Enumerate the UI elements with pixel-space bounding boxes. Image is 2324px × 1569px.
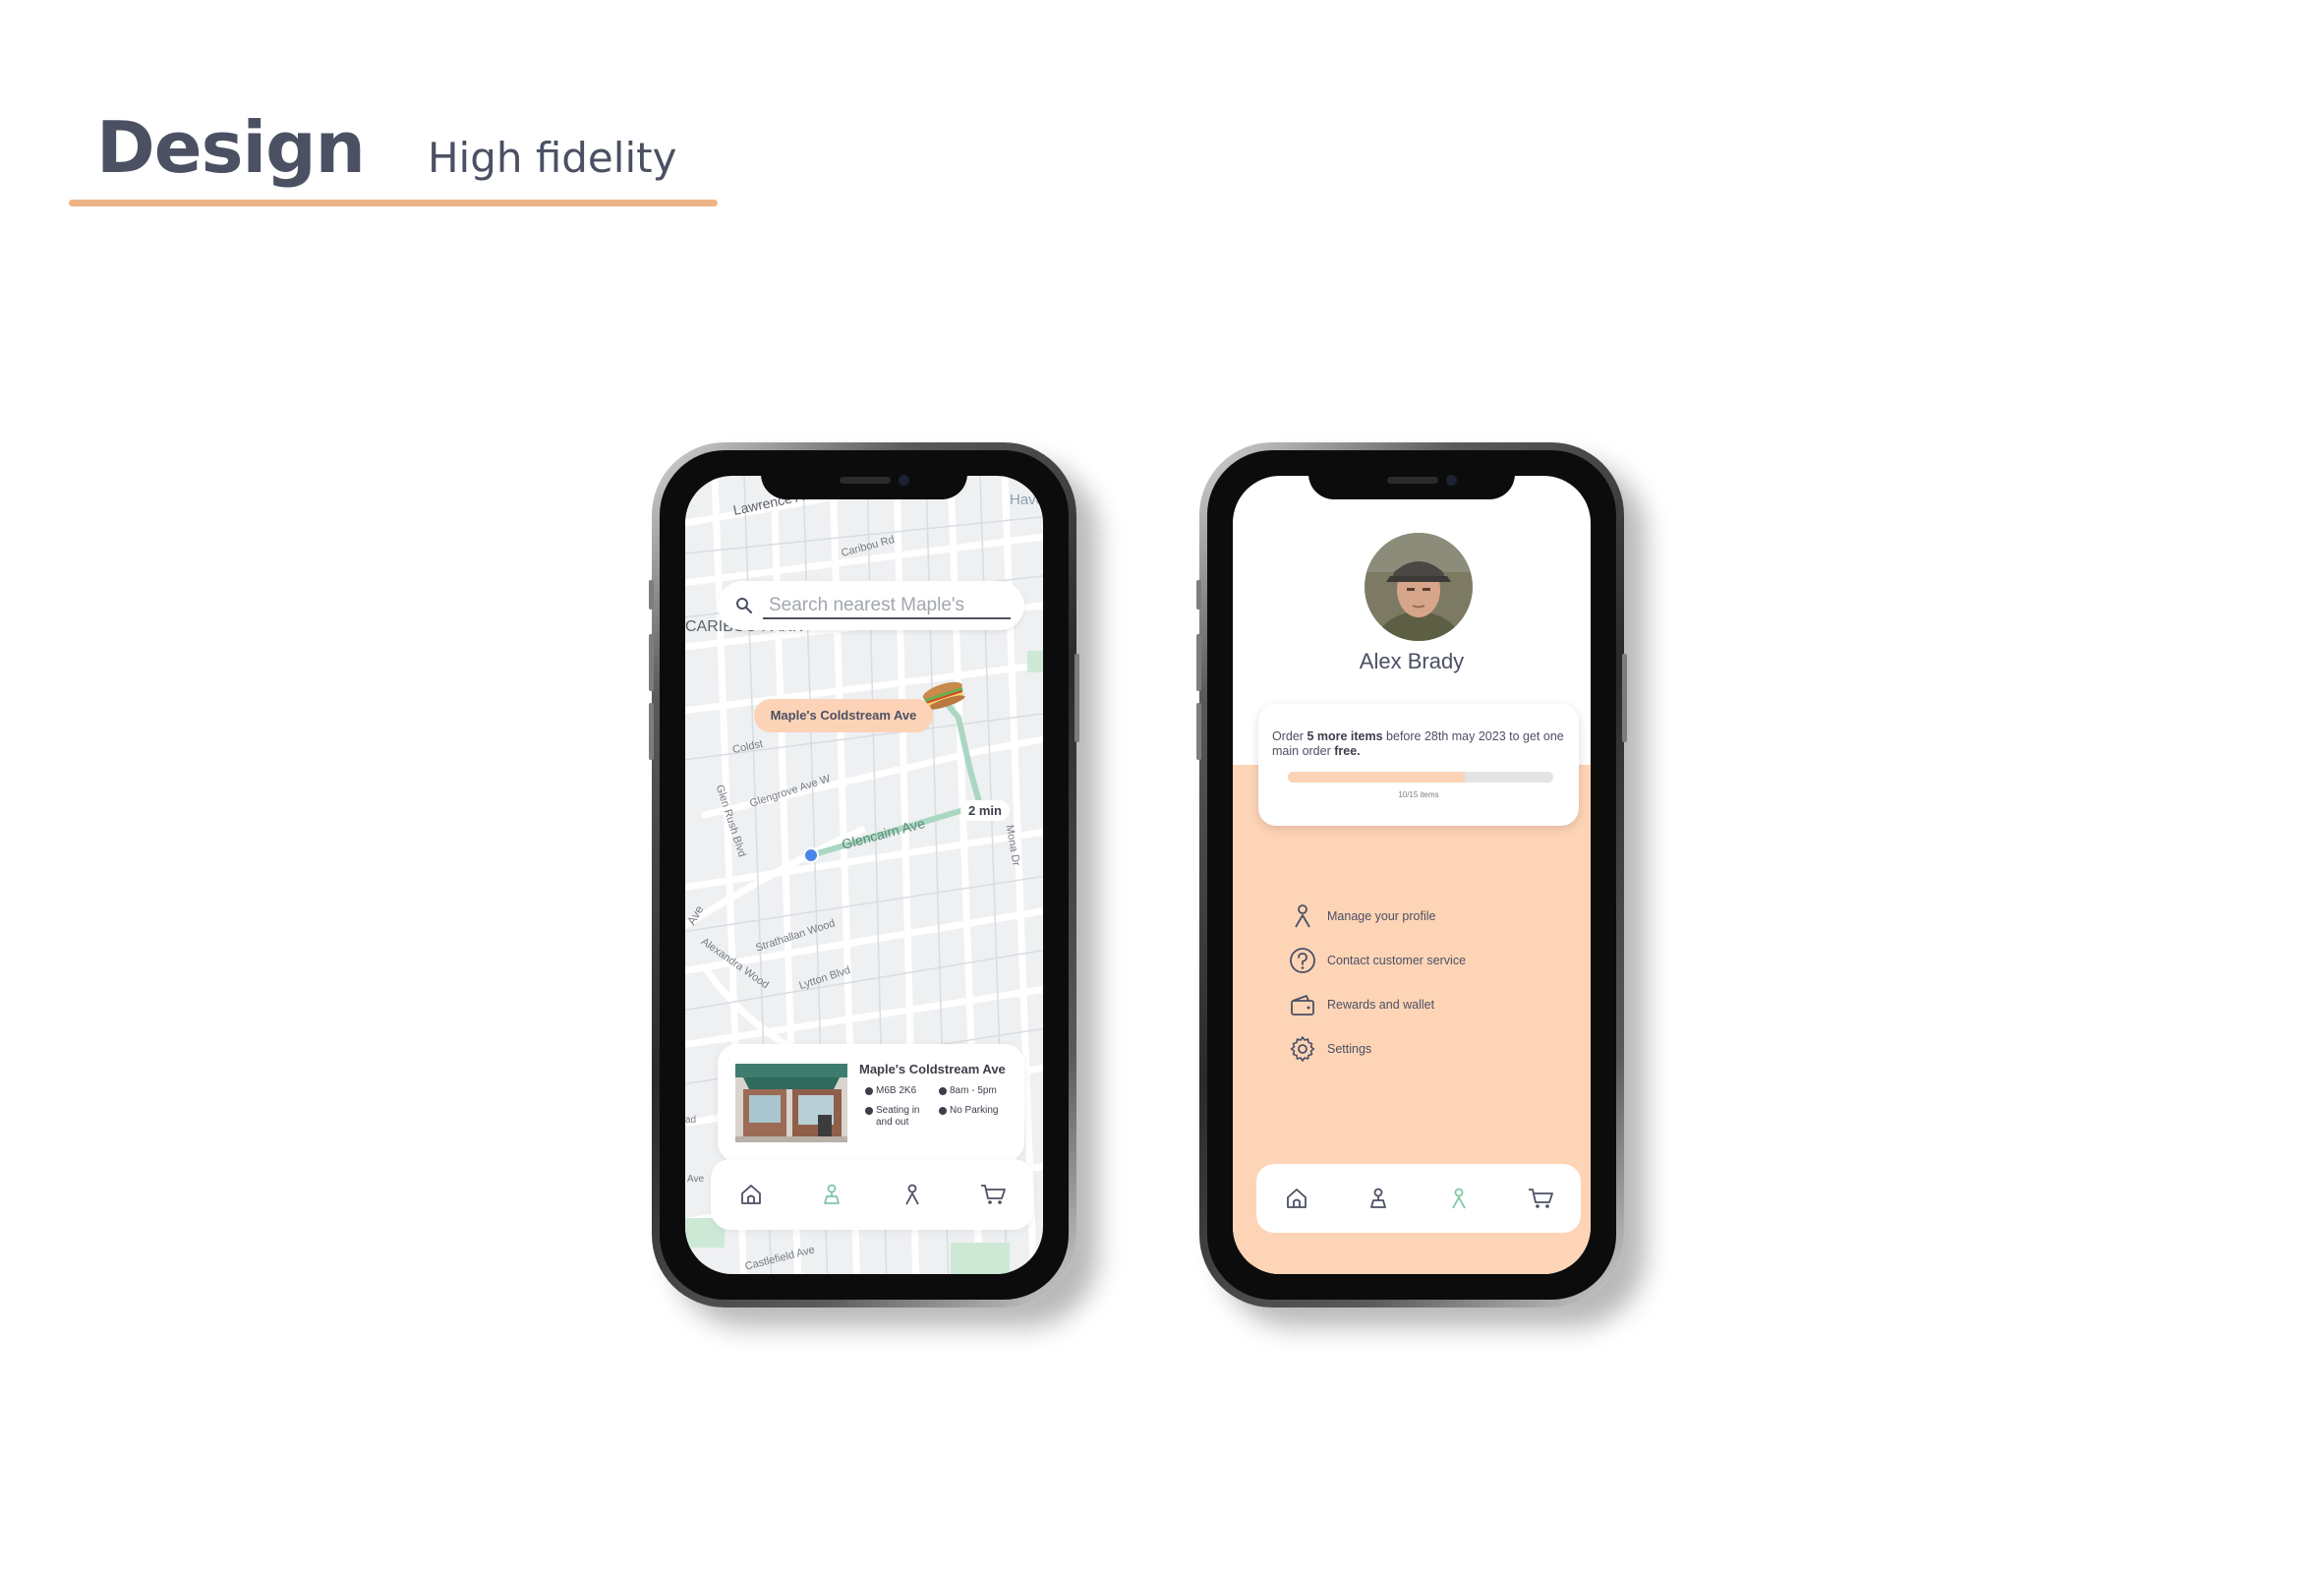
map-screen: Lawrence Ave Haverg Caribou Rd CARIBOU P… <box>685 476 1043 1274</box>
store-info-card[interactable]: Maple's Coldstream Ave M6B 2K6 8am - 5pm… <box>718 1044 1024 1162</box>
search-input[interactable]: Search nearest Maple's <box>769 595 964 616</box>
menu-manage-profile[interactable]: Manage your profile <box>1288 894 1466 938</box>
map-pin-person-icon <box>824 1184 840 1204</box>
cart-icon <box>981 1185 1006 1204</box>
volume-down-button <box>649 703 654 760</box>
tab-cart[interactable] <box>1524 1182 1557 1215</box>
page-subtitle: High fidelity <box>427 134 677 182</box>
store-fact-hours: 8am - 5pm <box>939 1085 997 1097</box>
help-icon <box>1290 947 1315 973</box>
map-label-ad: ad <box>685 1115 697 1126</box>
home-icon <box>1287 1189 1307 1208</box>
promo-message: Order 5 more items before 28th may 2023 … <box>1272 729 1567 759</box>
rewards-progress-fill <box>1288 772 1466 783</box>
tab-cart[interactable] <box>976 1178 1010 1211</box>
rewards-promo-card[interactable]: Order 5 more items before 28th may 2023 … <box>1258 704 1579 826</box>
wallet-icon <box>1291 994 1314 1016</box>
promo-items-count: 5 more items <box>1307 729 1383 743</box>
mute-switch <box>649 580 654 610</box>
mute-switch <box>1196 580 1201 610</box>
store-fact-seating: Seating in and out <box>865 1105 935 1129</box>
map-label-haverg: Haverg <box>1010 492 1043 508</box>
gear-icon <box>1290 1035 1315 1062</box>
phone-profile-mockup: Alex Brady Order 5 more items before 28t… <box>1196 442 1627 1308</box>
power-button <box>1622 654 1627 742</box>
person-icon <box>1295 903 1310 927</box>
menu-label: Rewards and wallet <box>1327 997 1435 1012</box>
tab-locations[interactable] <box>815 1178 848 1211</box>
store-location-callout[interactable]: Maple's Coldstream Ave <box>754 699 933 732</box>
rewards-progress-bar <box>1288 772 1553 783</box>
menu-label: Manage your profile <box>1327 908 1436 923</box>
map-pin-person-icon <box>1369 1188 1386 1208</box>
rewards-progress-label: 10/15 items <box>1398 790 1439 799</box>
phone-notch <box>1308 468 1515 499</box>
promo-free: free. <box>1334 744 1361 758</box>
page-heading: Design High fidelity <box>96 106 676 189</box>
store-photo <box>735 1064 847 1142</box>
phone-bezel: Alex Brady Order 5 more items before 28t… <box>1207 450 1616 1300</box>
search-underline <box>763 617 1011 619</box>
tab-home[interactable] <box>1280 1182 1313 1215</box>
bottom-tab-bar <box>711 1159 1033 1230</box>
volume-up-button <box>1196 634 1201 691</box>
tab-home[interactable] <box>734 1178 768 1211</box>
bottom-tab-bar <box>1256 1164 1581 1233</box>
heading-underline <box>69 200 718 206</box>
tab-profile[interactable] <box>1442 1182 1476 1215</box>
store-name: Maple's Coldstream Ave <box>859 1062 1006 1076</box>
power-button <box>1075 654 1079 742</box>
phone-bezel: Lawrence Ave Haverg Caribou Rd CARIBOU P… <box>660 450 1069 1300</box>
menu-rewards-wallet[interactable]: Rewards and wallet <box>1288 982 1466 1026</box>
page-title: Design <box>96 106 366 189</box>
phone-map-mockup: Lawrence Ave Haverg Caribou Rd CARIBOU P… <box>649 442 1079 1308</box>
cart-icon <box>1528 1189 1553 1208</box>
person-icon <box>905 1184 919 1205</box>
profile-screen: Alex Brady Order 5 more items before 28t… <box>1233 476 1591 1274</box>
phone-notch <box>761 468 967 499</box>
user-name: Alex Brady <box>1359 649 1465 673</box>
tab-locations[interactable] <box>1362 1182 1395 1215</box>
profile-menu: Manage your profile Contact customer ser… <box>1288 894 1466 1071</box>
store-fact-parking: No Parking <box>939 1105 998 1117</box>
menu-contact-service[interactable]: Contact customer service <box>1288 938 1466 982</box>
search-icon <box>736 598 753 614</box>
search-bar[interactable]: Search nearest Maple's <box>718 581 1024 630</box>
route-time-badge: 2 min <box>960 800 1010 821</box>
promo-prefix: Order <box>1272 729 1307 743</box>
menu-settings[interactable]: Settings <box>1288 1026 1466 1071</box>
home-icon <box>741 1185 761 1204</box>
volume-down-button <box>1196 703 1201 760</box>
avatar[interactable] <box>1365 533 1473 641</box>
volume-up-button <box>649 634 654 691</box>
menu-label: Settings <box>1327 1041 1372 1056</box>
tab-profile[interactable] <box>896 1178 929 1211</box>
menu-label: Contact customer service <box>1327 953 1467 967</box>
store-fact-postcode: M6B 2K6 <box>865 1085 916 1097</box>
person-icon <box>1452 1188 1467 1209</box>
map-label-ave-bottom: Ave <box>687 1174 705 1185</box>
